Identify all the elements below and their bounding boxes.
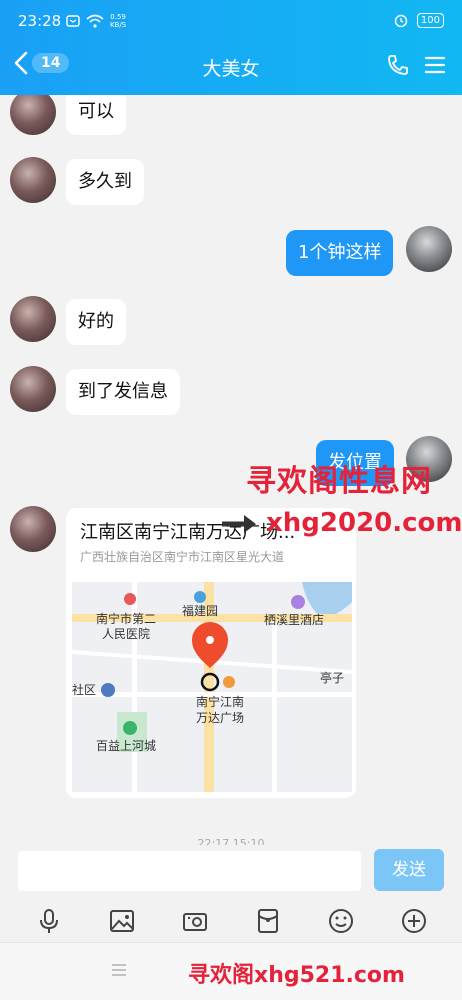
message-input[interactable] [18, 851, 361, 891]
wifi-icon [86, 14, 104, 28]
map-preview: 南宁市第二 人民医院 福建园 栖溪里酒店 社区 南宁江南 万达广场 亭子 百益上… [72, 582, 352, 792]
avatar[interactable] [10, 506, 56, 552]
message-bubble-incoming[interactable]: 可以 [66, 95, 126, 135]
image-icon[interactable] [108, 907, 136, 935]
watermark-text: 寻欢阁性息网 [246, 464, 432, 499]
map-label: 南宁市第二 [96, 611, 156, 626]
watermark-url: 寻欢阁xhg521.com [188, 963, 405, 988]
message-bubble-incoming[interactable]: 好的 [66, 299, 126, 345]
menu-icon[interactable] [110, 961, 128, 979]
status-bar: 23:28 0.59 KB/S 100 [0, 0, 462, 42]
map-label: 万达广场 [196, 711, 244, 725]
red-packet-icon[interactable] [254, 907, 282, 935]
network-speed: 0.59 KB/S [110, 13, 126, 29]
place-icon [194, 591, 206, 603]
map-label: 栖溪里酒店 [264, 612, 324, 627]
map-label: 亭子 [320, 670, 344, 685]
location-address: 广西壮族自治区南宁市江南区星光大道 [80, 550, 285, 564]
status-time: 23:28 [18, 12, 62, 30]
menu-icon[interactable] [424, 52, 446, 78]
camera-icon[interactable] [181, 907, 209, 935]
map-label: 社区 [72, 682, 96, 697]
scenic-icon [123, 721, 137, 735]
avatar[interactable] [10, 95, 56, 135]
nav-bar: 14 大美女 [0, 42, 462, 92]
community-icon [101, 683, 115, 697]
input-toolbar [0, 900, 462, 942]
speed-value: 0.59 [110, 13, 126, 21]
location-card[interactable]: 江南区南宁江南万达广场... 广西壮族自治区南宁市江南区星光大道 南宁市第二 人… [66, 508, 356, 798]
alarm-icon [394, 14, 408, 28]
notification-icon [66, 15, 80, 27]
timestamp: 22:17 15:10 [197, 837, 265, 845]
voice-icon[interactable] [35, 907, 63, 935]
arrow-right-icon [222, 515, 256, 533]
avatar[interactable] [10, 296, 56, 342]
battery-indicator: 100 [416, 12, 444, 28]
hospital-icon [124, 593, 136, 605]
avatar-self[interactable] [406, 226, 452, 272]
plus-icon[interactable] [400, 907, 428, 935]
avatar[interactable] [10, 157, 56, 203]
message-bubble-outgoing[interactable]: 1个钟这样 [286, 230, 394, 276]
status-right: 100 [393, 12, 444, 28]
location-title: 江南区南宁江南万达广场... [80, 522, 296, 543]
send-button[interactable]: 发送 [374, 849, 444, 891]
watermark-url: xhg2020.com [266, 508, 462, 538]
status-icons: 0.59 KB/S [66, 13, 126, 29]
nav-actions [386, 52, 446, 78]
hotel-icon [291, 595, 305, 609]
map-label: 南宁江南 [196, 694, 244, 709]
message-bubble-incoming[interactable]: 多久到 [66, 159, 144, 205]
emoji-icon[interactable] [327, 907, 355, 935]
map-label: 百益上河城 [96, 739, 156, 753]
input-bar: 发送 [0, 845, 462, 900]
header-bar: 23:28 0.59 KB/S 100 14 大美女 [0, 0, 462, 95]
speed-unit: KB/S [110, 21, 127, 29]
system-nav-bar: 寻欢阁xhg521.com [0, 942, 462, 1000]
message-bubble-incoming[interactable]: 到了发信息 [66, 369, 180, 415]
mall-icon [223, 676, 235, 688]
map-label: 人民医院 [102, 627, 150, 641]
avatar[interactable] [10, 366, 56, 412]
phone-icon[interactable] [386, 52, 410, 78]
map-label: 福建园 [182, 603, 218, 618]
